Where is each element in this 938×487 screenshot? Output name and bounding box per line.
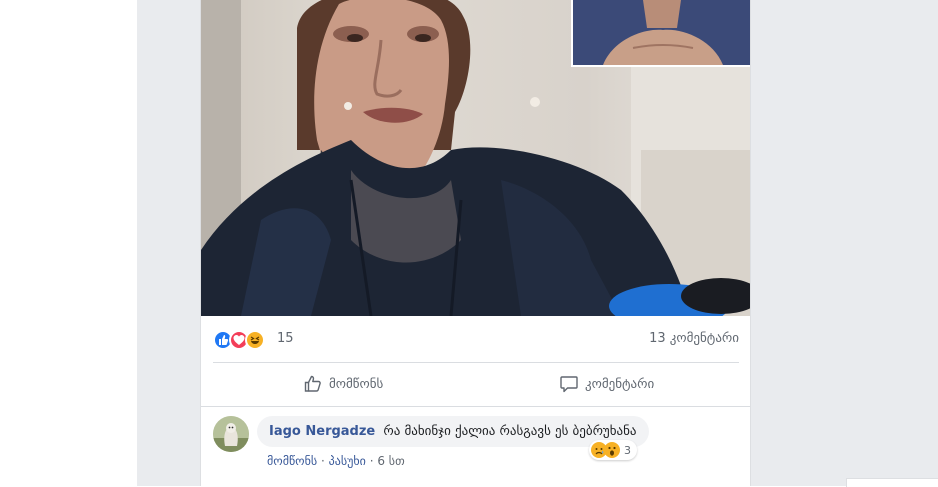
comment-reaction-count: 3	[624, 443, 631, 457]
comment-timestamp[interactable]: 6 სთ	[377, 454, 404, 468]
comment-button[interactable]: კომენტარი	[559, 364, 654, 404]
comment-reactions-badge[interactable]: 3	[589, 440, 637, 460]
reaction-icons[interactable]	[213, 330, 277, 350]
post-photo[interactable]	[201, 0, 750, 316]
divider	[213, 362, 739, 363]
comment-button-label: კომენტარი	[585, 376, 655, 392]
avatar[interactable]	[213, 416, 249, 452]
separator: ·	[320, 454, 325, 468]
divider	[201, 406, 750, 407]
like-button[interactable]: მომწონს	[303, 364, 383, 404]
haha-icon	[245, 330, 265, 350]
post-action-bar: მომწონს კომენტარი	[213, 364, 739, 404]
comment-bubble-icon	[560, 376, 578, 393]
post-card: 15 13 კომენტარი მომწონს კომენტარი Iago N…	[200, 0, 751, 486]
like-button-label: მომწონს	[329, 376, 384, 392]
comment-count-link[interactable]: 13 კომენტარი	[649, 331, 739, 346]
thumbs-up-icon	[304, 375, 321, 392]
comment-text: რა მახინჯი ქალია რასგავს ეს ბებრუხანა	[383, 424, 637, 439]
wow-icon	[604, 442, 620, 458]
comment-like-link[interactable]: მომწონს	[267, 454, 317, 468]
separator: ·	[369, 454, 374, 468]
reactions-summary: 15 13 კომენტარი	[213, 328, 739, 352]
commenter-name-link[interactable]: Iago Nergadze	[269, 424, 375, 439]
comment-reply-link[interactable]: პასუხი	[329, 454, 366, 468]
inset-photo	[571, 0, 750, 67]
comment-actions: მომწონს · პასუხი · 6 სთ	[267, 454, 405, 468]
comment-bubble: Iago Nergadze რა მახინჯი ქალია რასგავს ე…	[257, 416, 649, 447]
reaction-count[interactable]: 15	[277, 331, 294, 346]
